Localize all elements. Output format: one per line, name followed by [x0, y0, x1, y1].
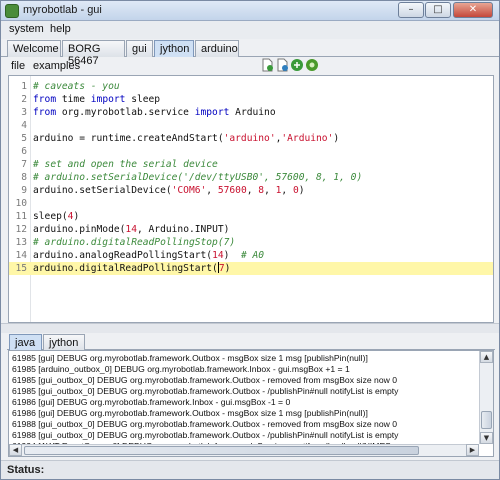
- code-text[interactable]: arduino.analogReadPollingStart(14) # A0: [33, 249, 264, 262]
- status-label: Status:: [7, 464, 45, 476]
- scroll-right-icon[interactable]: ▶: [466, 444, 479, 456]
- tab-arduino[interactable]: arduino: [195, 40, 239, 57]
- code-text[interactable]: # arduino.setSerialDevice('/dev/ttyUSB0'…: [33, 171, 362, 184]
- code-text[interactable]: from time import sleep: [33, 93, 160, 106]
- close-button[interactable]: ✕: [453, 2, 493, 18]
- line-number: 1: [21, 81, 27, 92]
- code-line[interactable]: 3 from org.myrobotlab.service import Ardu…: [9, 106, 493, 119]
- line-number: 7: [21, 159, 27, 170]
- code-line[interactable]: 4: [9, 119, 493, 132]
- code-line[interactable]: 2 from time import sleep: [9, 93, 493, 106]
- split-pane-divider[interactable]: [1, 323, 499, 333]
- code-line[interactable]: 6: [9, 145, 493, 158]
- file-menu[interactable]: file: [11, 60, 25, 72]
- execute-icon[interactable]: [305, 58, 319, 72]
- code-text[interactable]: from org.myrobotlab.service import Ardui…: [33, 106, 276, 119]
- line-number: 10: [15, 198, 27, 209]
- console-vertical-scrollbar[interactable]: ▲ ▼: [479, 351, 493, 444]
- code-line[interactable]: 8 # arduino.setSerialDevice('/dev/ttyUSB0…: [9, 171, 493, 184]
- code-line[interactable]: 7 # set and open the serial device: [9, 158, 493, 171]
- log-line: 61988 [gui_outbox_0] DEBUG org.myrobotla…: [12, 430, 399, 440]
- tab-borg[interactable]: BORG 56467: [62, 40, 125, 67]
- tab-jython[interactable]: jython: [154, 40, 194, 57]
- line-number: 6: [21, 146, 27, 157]
- line-number: 8: [21, 172, 27, 183]
- log-line: 61985 [arduino_outbox_0] DEBUG org.myrob…: [12, 364, 350, 374]
- log-line: 61985 [gui_outbox_0] DEBUG org.myrobotla…: [12, 386, 399, 396]
- line-number: 9: [21, 185, 27, 196]
- code-text[interactable]: arduino.digitalReadPollingStart(7): [33, 262, 230, 275]
- log-line: 61986 [gui] DEBUG org.myrobotlab.framewo…: [12, 408, 368, 418]
- line-number: 14: [15, 250, 27, 261]
- line-number: 3: [21, 107, 27, 118]
- code-line[interactable]: 13 # arduino.digitalReadPollingStop(7): [9, 236, 493, 249]
- vertical-scroll-thumb[interactable]: [481, 411, 492, 429]
- app-window: myrobotlab - gui – □ ✕ system help Welco…: [0, 0, 500, 480]
- code-line[interactable]: 5 arduino = runtime.createAndStart('ardui…: [9, 132, 493, 145]
- code-line[interactable]: 14 arduino.analogReadPollingStart(14) # A…: [9, 249, 493, 262]
- scroll-down-icon[interactable]: ▼: [480, 432, 493, 444]
- examples-menu[interactable]: examples: [33, 60, 80, 72]
- console-output[interactable]: 61985 [gui] DEBUG org.myrobotlab.framewo…: [8, 350, 494, 457]
- line-number: 5: [21, 133, 27, 144]
- code-text[interactable]: # arduino.digitalReadPollingStop(7): [33, 236, 235, 249]
- line-number: 4: [21, 120, 27, 131]
- code-line[interactable]: 15 arduino.digitalReadPollingStart(7): [9, 262, 493, 275]
- code-text[interactable]: sleep(4): [33, 210, 79, 223]
- line-number: 13: [15, 237, 27, 248]
- title-bar[interactable]: myrobotlab - gui – □ ✕: [1, 1, 499, 21]
- status-bar: Status:: [1, 460, 499, 479]
- menu-help[interactable]: help: [50, 23, 71, 35]
- log-line: 61985 [gui_outbox_0] DEBUG org.myrobotla…: [12, 375, 397, 385]
- code-text[interactable]: arduino.pinMode(14, Arduino.INPUT): [33, 223, 229, 236]
- maximize-button[interactable]: □: [425, 2, 451, 18]
- log-line: 61985 [gui] DEBUG org.myrobotlab.framewo…: [12, 353, 368, 363]
- code-line[interactable]: 9 arduino.setSerialDevice('COM6', 57600, …: [9, 184, 493, 197]
- editor-toolbar: file examples: [7, 58, 495, 74]
- new-file-icon[interactable]: [260, 58, 274, 72]
- tab-welcome[interactable]: Welcome: [7, 40, 61, 57]
- code-text[interactable]: # set and open the serial device: [33, 158, 218, 171]
- tab-java[interactable]: java: [9, 334, 42, 351]
- tab-jython-console[interactable]: jython: [43, 334, 85, 351]
- code-line[interactable]: 12 arduino.pinMode(14, Arduino.INPUT): [9, 223, 493, 236]
- line-number: 15: [15, 263, 27, 274]
- code-line[interactable]: 10: [9, 197, 493, 210]
- code-editor[interactable]: 1 # caveats - you 2 from time import sleep 3…: [8, 75, 494, 323]
- code-line[interactable]: 1 # caveats - you: [9, 80, 493, 93]
- log-line: 61988 [gui_outbox_0] DEBUG org.myrobotla…: [12, 419, 397, 429]
- menu-bar: system help: [1, 21, 499, 39]
- open-file-icon[interactable]: [275, 58, 289, 72]
- app-icon: [5, 4, 19, 18]
- code-text[interactable]: arduino = runtime.createAndStart('arduin…: [33, 132, 339, 145]
- horizontal-scroll-thumb[interactable]: [24, 446, 419, 455]
- code-text[interactable]: arduino.setSerialDevice('COM6', 57600, 8…: [33, 184, 305, 197]
- service-tabs: Welcome BORG 56467 gui jython arduino: [1, 39, 499, 67]
- menu-system[interactable]: system: [9, 23, 44, 35]
- scroll-up-icon[interactable]: ▲: [480, 351, 493, 363]
- line-number: 11: [15, 211, 27, 222]
- window-title: myrobotlab - gui: [23, 4, 102, 16]
- tab-gui[interactable]: gui: [126, 40, 153, 57]
- scroll-left-icon[interactable]: ◀: [9, 444, 22, 456]
- console-tabs: java jython: [7, 334, 495, 351]
- code-line[interactable]: 11 sleep(4): [9, 210, 493, 223]
- log-line: 61986 [gui] DEBUG org.myrobotlab.framewo…: [12, 397, 291, 407]
- save-file-icon[interactable]: [290, 58, 304, 72]
- line-number: 2: [21, 94, 27, 105]
- code-text[interactable]: # caveats - you: [33, 80, 120, 93]
- line-number: 12: [15, 224, 27, 235]
- minimize-button[interactable]: –: [398, 2, 424, 18]
- console-horizontal-scrollbar[interactable]: ◀ ▶: [9, 444, 479, 456]
